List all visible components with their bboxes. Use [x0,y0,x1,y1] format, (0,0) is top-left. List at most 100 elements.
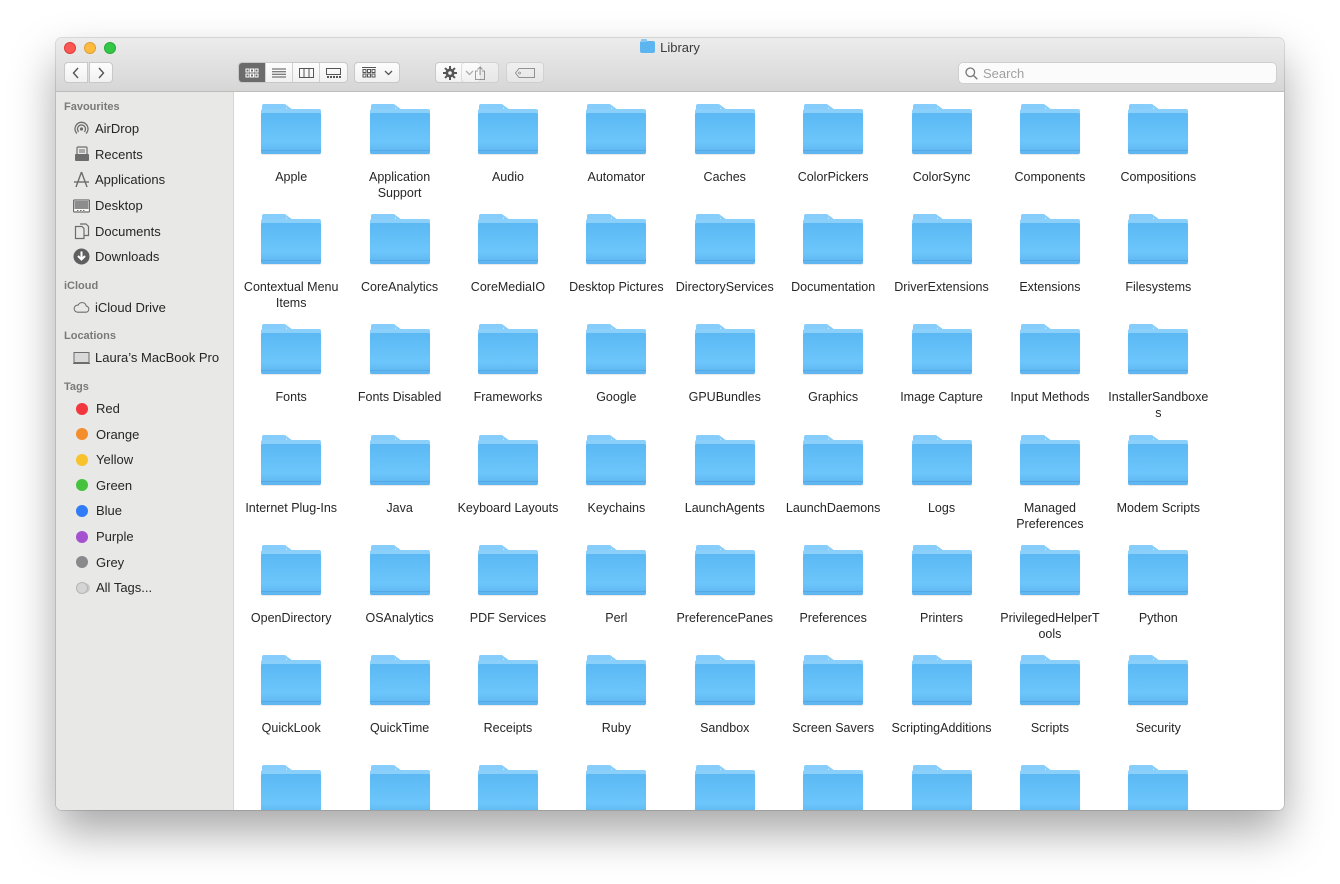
gallery-view-button[interactable] [320,63,347,82]
sidebar-item-icloud-drive[interactable]: iCloud Drive [56,295,233,321]
forward-button[interactable] [89,62,113,83]
folder-item[interactable]: LaunchDaemons [779,434,887,545]
folder-item[interactable] [996,765,1104,810]
sidebar-item-documents[interactable]: Documents [56,218,233,244]
folder-item[interactable]: CoreMediaIO [454,214,562,324]
folder-item[interactable]: Components [996,104,1104,214]
folder-item[interactable]: Documentation [779,214,887,324]
list-view-button[interactable] [266,63,293,82]
folder-item[interactable]: Filesystems [1104,214,1212,324]
folder-name: Java [386,500,413,515]
folder-item[interactable]: ScriptingAdditions [887,654,995,765]
folder-item[interactable] [887,765,995,810]
sidebar-item-airdrop[interactable]: AirDrop [56,116,233,142]
folder-item[interactable]: Contextual Menu Items [237,214,345,324]
sidebar-item-label: Desktop [95,198,143,214]
folder-item[interactable]: Caches [671,104,779,214]
folder-item[interactable]: Automator [562,104,670,214]
sidebar-item-downloads[interactable]: Downloads [56,244,233,270]
folder-item[interactable]: Google [562,324,670,434]
folder-item[interactable]: OpenDirectory [237,544,345,655]
folder-item[interactable]: Security [1104,654,1212,765]
folder-item[interactable]: Audio [454,104,562,214]
folder-icon [261,214,322,265]
folder-item[interactable]: Python [1104,544,1212,655]
folder-item[interactable]: Logs [887,434,995,545]
sidebar-tag-yellow[interactable]: Yellow [56,447,233,473]
sidebar-tag-alltags[interactable]: All Tags... [56,575,233,601]
folder-item[interactable]: ColorPickers [779,104,887,214]
folder-item[interactable] [237,765,345,810]
search-field[interactable] [958,62,1277,84]
sidebar-tag-green[interactable]: Green [56,473,233,499]
folder-item[interactable]: Frameworks [454,324,562,434]
folder-item[interactable] [562,765,670,810]
folder-icon [369,324,430,375]
folder-item[interactable]: Apple [237,104,345,214]
folder-item[interactable]: Ruby [562,654,670,765]
folder-name: Caches [703,170,746,184]
folder-item[interactable]: PreferencePanes [671,544,779,655]
folder-item[interactable]: ColorSync [887,104,995,214]
sidebar-item-label: Recents [95,146,143,162]
folder-item[interactable] [779,765,887,810]
folder-item[interactable] [454,765,562,810]
folder-item[interactable]: Keychains [562,434,670,545]
folder-item[interactable]: InstallerSandboxes [1104,324,1212,434]
folder-item[interactable]: Compositions [1104,104,1212,214]
folder-item[interactable]: Desktop Pictures [562,214,670,324]
folder-item[interactable]: QuickTime [345,654,453,765]
folder-item[interactable]: Perl [562,544,670,655]
sidebar-item-applications[interactable]: Applications [56,167,233,193]
folder-item[interactable]: Modem Scripts [1104,434,1212,545]
folder-item[interactable]: Receipts [454,654,562,765]
folder-item[interactable]: Fonts Disabled [345,324,453,434]
sidebar-tag-blue[interactable]: Blue [56,498,233,524]
folder-item[interactable]: Application Support [345,104,453,214]
folder-item[interactable]: Screen Savers [779,654,887,765]
folder-item[interactable]: Preferences [779,544,887,655]
folder-item[interactable]: PrivilegedHelperTools [996,544,1104,655]
sidebar-tag-grey[interactable]: Grey [56,549,233,575]
column-view-button[interactable] [293,63,320,82]
folder-item[interactable]: DirectoryServices [671,214,779,324]
folder-item[interactable]: GPUBundles [671,324,779,434]
folder-item[interactable]: Scripts [996,654,1104,765]
folder-item[interactable]: Java [345,434,453,545]
search-input[interactable] [983,65,1263,81]
folder-item[interactable]: Graphics [779,324,887,434]
sidebar-item-macbook[interactable]: Laura’s MacBook Pro [56,345,233,371]
folder-item[interactable] [671,765,779,810]
folder-item[interactable]: PDF Services [454,544,562,655]
folder-item[interactable]: LaunchAgents [671,434,779,545]
folder-item[interactable]: DriverExtensions [887,214,995,324]
folder-item[interactable] [1104,765,1212,810]
folder-item[interactable]: Extensions [996,214,1104,324]
icon-view-button[interactable] [239,63,266,82]
folder-name: PrivilegedHelperTools [1000,610,1100,641]
folder-item[interactable]: Printers [887,544,995,655]
folder-item[interactable]: Managed Preferences [996,434,1104,545]
back-button[interactable] [64,62,88,83]
share-button[interactable] [461,62,499,83]
tag-button[interactable] [506,62,544,83]
folder-item[interactable]: CoreAnalytics [345,214,453,324]
sidebar-item-desktop[interactable]: Desktop [56,193,233,219]
folder-item[interactable]: Internet Plug-Ins [237,434,345,545]
sidebar-tag-purple[interactable]: Purple [56,524,233,550]
folder-icon [261,544,322,595]
folder-icon [694,765,755,810]
folder-item[interactable]: QuickLook [237,654,345,765]
sidebar-tag-orange[interactable]: Orange [56,421,233,447]
folder-item[interactable]: Input Methods [996,324,1104,434]
group-by-button[interactable] [354,62,400,83]
folder-item[interactable]: Sandbox [671,654,779,765]
folder-item[interactable]: Keyboard Layouts [454,434,562,545]
sidebar-tag-red[interactable]: Red [56,396,233,422]
folder-item[interactable]: OSAnalytics [345,544,453,655]
sidebar-item-recents[interactable]: Recents [56,142,233,168]
folder-item[interactable] [345,765,453,810]
folder-item[interactable]: Image Capture [887,324,995,434]
folder-icon [1128,544,1189,595]
folder-item[interactable]: Fonts [237,324,345,434]
